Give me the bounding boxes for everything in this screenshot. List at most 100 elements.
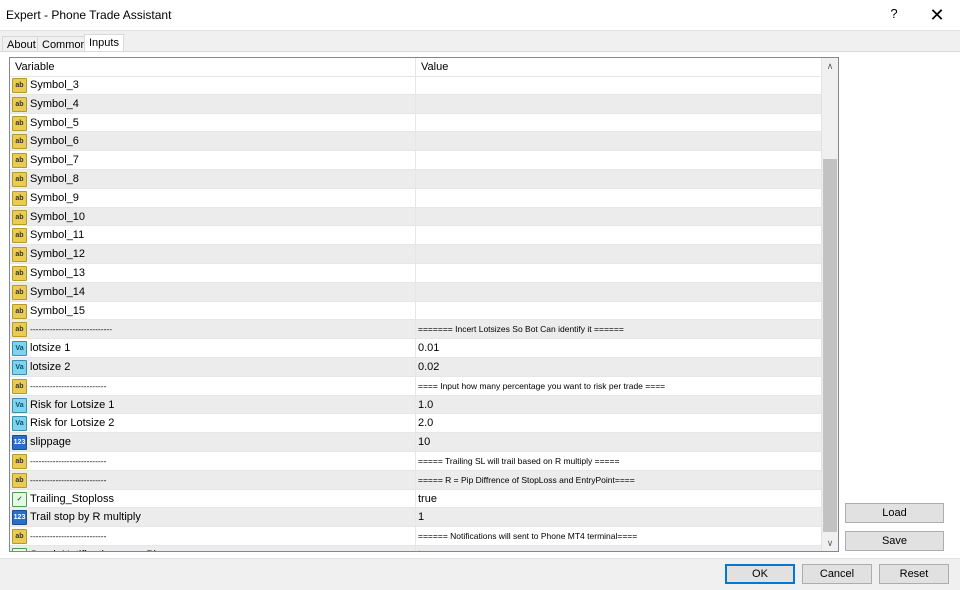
input-row[interactable]: ab Symbol_5	[10, 113, 821, 133]
variable-cell: ab Symbol_14	[10, 282, 416, 301]
input-row[interactable]: ab Symbol_13	[10, 263, 821, 283]
boolean-type-icon: ✓	[12, 547, 27, 551]
input-row[interactable]: ab Symbol_12	[10, 245, 821, 264]
header-value[interactable]: Value	[416, 58, 825, 76]
variable-cell: ab Symbol_12	[10, 245, 416, 263]
variable-name: Symbol_6	[30, 135, 79, 148]
scroll-thumb[interactable]	[823, 159, 837, 532]
variable-name: Symbol_3	[30, 79, 79, 91]
input-row[interactable]: ab Symbol_8	[10, 169, 821, 189]
input-row[interactable]: Va lotsize 2 0.02	[10, 357, 821, 377]
scroll-down-icon[interactable]: ∨	[822, 535, 838, 551]
variable-cell: ab Symbol_8	[10, 169, 416, 188]
variable-cell: ✓ Trailing_Stoploss	[10, 489, 416, 508]
variable-name: ---------------------------	[30, 474, 107, 485]
variable-name: Symbol_4	[30, 97, 79, 110]
input-row[interactable]: ab Symbol_14	[10, 282, 821, 302]
cancel-button[interactable]: Cancel	[802, 564, 872, 584]
value-cell[interactable]: 0.01	[418, 339, 439, 357]
variable-cell: ab Symbol_4	[10, 94, 416, 113]
string-type-icon: ab	[12, 78, 27, 93]
variable-cell: ab -----------------------------	[10, 320, 416, 339]
input-row[interactable]: ab --------------------------- ===== R = P…	[10, 470, 821, 490]
value-cell[interactable]: true	[418, 490, 437, 508]
scroll-up-icon[interactable]: ∧	[822, 58, 838, 74]
value-cell[interactable]: 1	[418, 508, 424, 526]
value-cell[interactable]: 0.02	[418, 358, 439, 376]
title-bar: Expert - Phone Trade Assistant ? ✕	[0, 0, 960, 30]
help-button[interactable]: ?	[883, 6, 905, 24]
grid-rows: ab Symbol_3 ab Symbol_4 ab Symbol_5 ab Symbol_6…	[10, 76, 821, 551]
variable-cell: ab ---------------------------	[10, 376, 416, 395]
string-type-icon: ab	[12, 322, 27, 338]
input-row[interactable]: 123 slippage 10	[10, 433, 821, 452]
variable-cell: ✓Send_Notifications_on_Phone	[10, 545, 416, 551]
input-row[interactable]: ab Symbol_3	[10, 76, 821, 95]
reset-button[interactable]: Reset	[879, 564, 949, 584]
variable-name: Trailing_Stoploss	[30, 492, 114, 505]
variable-name: Send_Notifications_on_Phone	[30, 546, 178, 551]
input-row[interactable]: Va Risk for Lotsize 2 2.0	[10, 414, 821, 434]
value-cell[interactable]: ===== Trailing SL will trail based on R …	[418, 452, 619, 470]
variable-name: slippage	[30, 436, 71, 449]
vertical-scrollbar[interactable]: ∧ ∨	[821, 58, 838, 551]
input-row[interactable]: ab Symbol_9	[10, 188, 821, 208]
variable-cell: ab Symbol_15	[10, 301, 416, 320]
value-cell[interactable]: ====== Notifications will sent to Phone …	[418, 527, 637, 545]
input-row[interactable]: ab ----------------------------- ======= I…	[10, 320, 821, 340]
load-button[interactable]: Load	[845, 503, 944, 523]
input-row[interactable]: Va Risk for Lotsize 1 1.0	[10, 395, 821, 415]
variable-name: Symbol_14	[30, 285, 86, 298]
input-row[interactable]: ab Symbol_10	[10, 207, 821, 227]
inputs-grid: Variable Value ab Symbol_3 ab Symbol_4 ab Sym…	[9, 57, 839, 552]
input-row[interactable]: ✓ Trailing_Stoploss true	[10, 489, 821, 509]
input-row[interactable]: ab --------------------------- ===== Trail…	[10, 451, 821, 471]
grid-header: Variable Value	[10, 58, 820, 77]
input-row[interactable]: ab Symbol_4	[10, 94, 821, 114]
input-row[interactable]: ✓Send_Notifications_on_Phonetrue	[10, 545, 821, 551]
ok-button[interactable]: OK	[725, 564, 795, 584]
input-row[interactable]: ab --------------------------- ==== Input …	[10, 376, 821, 396]
string-type-icon: ab	[12, 171, 27, 187]
double-type-icon: Va	[12, 416, 27, 432]
variable-cell: 123 slippage	[10, 433, 416, 451]
variable-name: -----------------------------	[30, 324, 113, 335]
input-row[interactable]: Va lotsize 1 0.01	[10, 339, 821, 358]
string-type-icon: ab	[12, 529, 27, 545]
string-type-icon: ab	[12, 378, 27, 394]
value-cell[interactable]: 1.0	[418, 396, 433, 414]
input-row[interactable]: ab --------------------------- ====== Noti…	[10, 527, 821, 546]
value-cell[interactable]: 2.0	[418, 414, 433, 432]
variable-cell: ab ---------------------------	[10, 527, 416, 545]
variable-name: Trail stop by R multiply	[30, 511, 141, 524]
save-button[interactable]: Save	[845, 531, 944, 551]
string-type-icon: ab	[12, 472, 27, 488]
input-row[interactable]: 123 Trail stop by R multiply 1	[10, 508, 821, 528]
string-type-icon: ab	[12, 228, 27, 244]
input-row[interactable]: ab Symbol_6	[10, 132, 821, 152]
string-type-icon: ab	[12, 115, 27, 131]
string-type-icon: ab	[12, 284, 27, 300]
input-row[interactable]: ab Symbol_15	[10, 301, 821, 321]
variable-cell: ab Symbol_10	[10, 207, 416, 226]
value-cell[interactable]: 10	[418, 433, 430, 451]
variable-name: Symbol_15	[30, 304, 86, 317]
value-cell[interactable]: ==== Input how many percentage you want …	[418, 377, 665, 395]
header-variable[interactable]: Variable	[10, 58, 416, 76]
double-type-icon: Va	[12, 359, 27, 375]
value-cell[interactable]: ======= Incert Lotsizes So Bot Can ident…	[418, 320, 624, 338]
value-cell[interactable]: ===== R = Pip Diffrence of StopLoss and …	[418, 471, 635, 489]
variable-name: Symbol_12	[30, 248, 86, 261]
input-row[interactable]: ab Symbol_7	[10, 151, 821, 170]
variable-name: lotsize 2	[30, 360, 71, 373]
footer-divider	[0, 558, 960, 559]
variable-name: Symbol_10	[30, 210, 86, 223]
input-row[interactable]: ab Symbol_11	[10, 226, 821, 246]
value-cell[interactable]: true	[418, 546, 437, 551]
close-button[interactable]: ✕	[926, 4, 948, 26]
variable-name: Symbol_8	[30, 172, 79, 185]
boolean-type-icon: ✓	[12, 491, 27, 507]
variable-cell: Va Risk for Lotsize 2	[10, 414, 416, 433]
variable-name: ---------------------------	[30, 455, 107, 466]
variable-name: Risk for Lotsize 2	[30, 417, 115, 430]
